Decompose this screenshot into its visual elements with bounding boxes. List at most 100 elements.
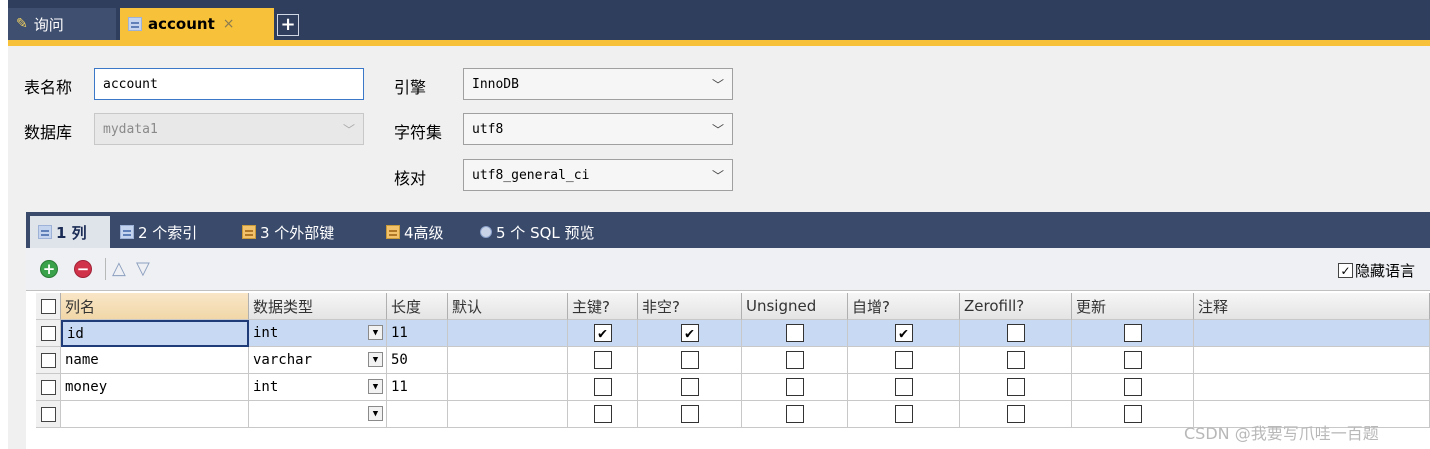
length-cell[interactable]: 11	[387, 374, 448, 401]
not-null-cell[interactable]: ✔	[638, 320, 742, 347]
zerofill-cell[interactable]	[960, 347, 1072, 374]
zerofill-cell[interactable]	[960, 401, 1072, 428]
column-name-cell[interactable]: money	[61, 374, 249, 401]
data-type-cell[interactable]: int ▼	[249, 320, 387, 347]
table-row[interactable]: money int ▼ 11	[36, 374, 1430, 401]
update-checkbox[interactable]	[1123, 378, 1142, 396]
auto-increment-checkbox[interactable]	[894, 351, 913, 369]
table-name-input[interactable]: account	[94, 68, 364, 100]
auto-increment-checkbox[interactable]	[894, 378, 913, 396]
move-down-icon[interactable]: ▽	[136, 260, 150, 278]
zerofill-checkbox[interactable]	[1006, 405, 1025, 423]
not-null-checkbox[interactable]	[680, 378, 699, 396]
update-checkbox[interactable]	[1123, 351, 1142, 369]
header-default[interactable]: 默认	[448, 293, 568, 320]
default-cell[interactable]	[448, 374, 568, 401]
length-cell[interactable]	[387, 401, 448, 428]
row-select-checkbox[interactable]	[40, 406, 56, 422]
delete-column-button[interactable]: −	[74, 260, 92, 278]
row-select-checkbox[interactable]	[40, 325, 56, 341]
update-checkbox[interactable]	[1123, 405, 1142, 423]
header-data-type[interactable]: 数据类型	[249, 293, 387, 320]
engine-select[interactable]: InnoDB ﹀	[463, 68, 733, 100]
unsigned-cell[interactable]	[742, 374, 848, 401]
tab-columns[interactable]: 1 列	[30, 216, 110, 248]
not-null-cell[interactable]	[638, 374, 742, 401]
primary-key-cell[interactable]	[568, 347, 638, 374]
header-comment[interactable]: 注释	[1194, 293, 1430, 320]
primary-key-cell[interactable]	[568, 374, 638, 401]
hide-language-toggle[interactable]: ✓ 隐藏语言	[1338, 260, 1415, 281]
move-up-icon[interactable]: △	[112, 260, 126, 278]
primary-key-checkbox[interactable]	[593, 378, 612, 396]
charset-select[interactable]: utf8 ﹀	[463, 113, 733, 145]
not-null-checkbox[interactable]: ✔	[680, 324, 699, 342]
row-select-checkbox[interactable]	[40, 352, 56, 368]
unsigned-checkbox[interactable]	[785, 378, 804, 396]
unsigned-checkbox[interactable]	[785, 351, 804, 369]
dropdown-arrow-icon[interactable]: ▼	[368, 406, 383, 421]
auto-increment-checkbox[interactable]	[894, 405, 913, 423]
dropdown-arrow-icon[interactable]: ▼	[368, 352, 383, 367]
zerofill-cell[interactable]	[960, 374, 1072, 401]
update-cell[interactable]	[1072, 374, 1194, 401]
unsigned-checkbox[interactable]	[785, 405, 804, 423]
default-cell[interactable]	[448, 320, 568, 347]
add-column-button[interactable]: +	[40, 260, 58, 278]
table-row[interactable]: name varchar ▼ 50	[36, 347, 1430, 374]
length-cell[interactable]: 11	[387, 320, 448, 347]
select-all-checkbox[interactable]	[40, 298, 56, 314]
row-select-checkbox[interactable]	[40, 379, 56, 395]
data-type-cell[interactable]: varchar ▼	[249, 347, 387, 374]
zerofill-cell[interactable]	[960, 320, 1072, 347]
unsigned-cell[interactable]	[742, 347, 848, 374]
hide-language-checkbox[interactable]: ✓	[1338, 263, 1353, 278]
auto-increment-cell[interactable]: ✔	[848, 320, 960, 347]
comment-cell[interactable]	[1194, 374, 1430, 401]
dropdown-arrow-icon[interactable]: ▼	[368, 379, 383, 394]
data-type-cell[interactable]: ▼	[249, 401, 387, 428]
header-zerofill[interactable]: Zerofill?	[960, 293, 1072, 320]
update-cell[interactable]	[1072, 401, 1194, 428]
header-column-name[interactable]: 列名	[61, 293, 249, 320]
row-select-cell[interactable]	[36, 320, 61, 347]
not-null-cell[interactable]	[638, 401, 742, 428]
data-type-cell[interactable]: int ▼	[249, 374, 387, 401]
select-all-cell[interactable]	[36, 293, 61, 320]
column-name-cell[interactable]: id	[61, 320, 249, 347]
auto-increment-checkbox[interactable]: ✔	[894, 324, 913, 342]
header-unsigned[interactable]: Unsigned	[742, 293, 848, 320]
default-cell[interactable]	[448, 347, 568, 374]
column-name-cell[interactable]: name	[61, 347, 249, 374]
unsigned-checkbox[interactable]	[785, 324, 804, 342]
length-cell[interactable]: 50	[387, 347, 448, 374]
not-null-cell[interactable]	[638, 347, 742, 374]
header-not-null[interactable]: 非空?	[638, 293, 742, 320]
dropdown-arrow-icon[interactable]: ▼	[368, 325, 383, 340]
zerofill-checkbox[interactable]	[1006, 378, 1025, 396]
tab-sql-preview[interactable]: 5 个 SQL 预览	[472, 216, 652, 248]
update-cell[interactable]	[1072, 347, 1194, 374]
comment-cell[interactable]	[1194, 320, 1430, 347]
tab-query[interactable]: ✎ 询问	[8, 8, 116, 40]
tab-account[interactable]: account ×	[120, 8, 274, 40]
tab-foreign-keys[interactable]: 3 个外部键	[234, 216, 374, 248]
row-select-cell[interactable]	[36, 374, 61, 401]
primary-key-checkbox[interactable]	[593, 351, 612, 369]
header-update[interactable]: 更新	[1072, 293, 1194, 320]
update-cell[interactable]	[1072, 320, 1194, 347]
not-null-checkbox[interactable]	[680, 351, 699, 369]
auto-increment-cell[interactable]	[848, 401, 960, 428]
collation-select[interactable]: utf8_general_ci ﹀	[463, 159, 733, 191]
comment-cell[interactable]	[1194, 347, 1430, 374]
column-name-cell[interactable]	[61, 401, 249, 428]
not-null-checkbox[interactable]	[680, 405, 699, 423]
header-primary-key[interactable]: 主键?	[568, 293, 638, 320]
auto-increment-cell[interactable]	[848, 347, 960, 374]
header-auto-increment[interactable]: 自增?	[848, 293, 960, 320]
zerofill-checkbox[interactable]	[1006, 351, 1025, 369]
tab-indexes[interactable]: 2 个索引	[112, 216, 232, 248]
unsigned-cell[interactable]	[742, 320, 848, 347]
header-length[interactable]: 长度	[387, 293, 448, 320]
primary-key-cell[interactable]	[568, 401, 638, 428]
